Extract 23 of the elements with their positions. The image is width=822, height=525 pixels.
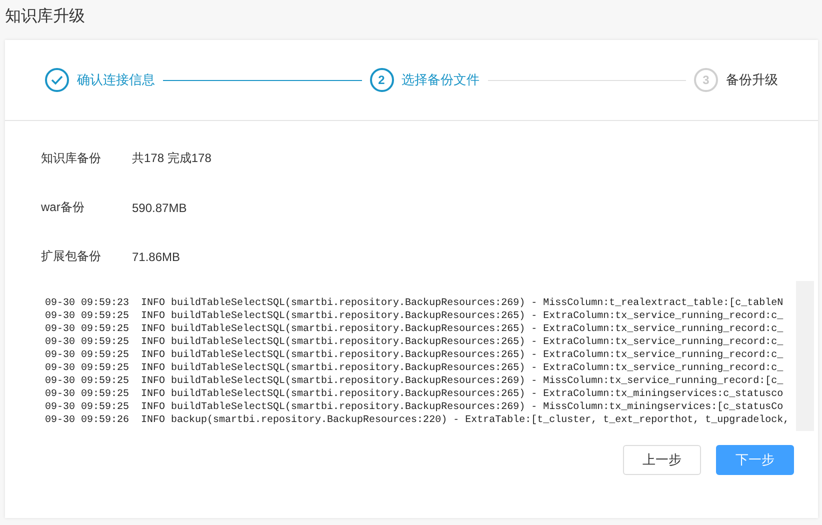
- info-label: 扩展包备份: [41, 248, 102, 265]
- info-label: 知识库备份: [41, 150, 102, 167]
- info-label: war备份: [41, 199, 86, 216]
- step-label: 确认连接信息: [77, 71, 155, 89]
- log-line: 09-30 09:59:26 INFO backup(smartbi.repository.BackupResources:220) - ExtraTable:[t_cluster, t_ext_reporthot, t_upgradelock,: [45, 414, 790, 427]
- step-label: 备份升级: [726, 71, 778, 89]
- log-line: 09-30 09:59:25 INFO buildTableSelectSQL(smartbi.repository.BackupResources:269) - MissColumn:tx_service_running_record:[c_: [45, 375, 784, 388]
- log-line: 09-30 09:59:25 INFO buildTableSelectSQL(smartbi.repository.BackupResources:265) - ExtraColumn:tx_service_running_record:c_: [45, 310, 784, 323]
- log-line: 09-30 09:59:25 INFO buildTableSelectSQL(smartbi.repository.BackupResources:265) - ExtraColumn:tx_service_running_record:c_: [45, 336, 784, 349]
- log-line: 09-30 09:59:25 INFO buildTableSelectSQL(smartbi.repository.BackupResources:265) - ExtraColumn:tx_service_running_record:c_: [45, 323, 784, 336]
- info-value: 共178 完成178: [132, 150, 212, 167]
- log-line: 09-30 09:59:25 INFO buildTableSelectSQL(smartbi.repository.BackupResources:265) - ExtraColumn:tx_service_running_record:c_: [45, 349, 784, 362]
- back-button[interactable]: 上一步: [623, 445, 701, 475]
- step-label: 选择备份文件: [402, 71, 480, 89]
- info-value: 590.87MB: [132, 200, 187, 214]
- log-line: 09-30 09:59:25 INFO buildTableSelectSQL(smartbi.repository.BackupResources:265) - ExtraColumn:tx_miningservices:c_statusco: [45, 388, 784, 401]
- step-number: 2: [370, 68, 394, 92]
- log-line: 09-30 09:59:23 INFO buildTableSelectSQL(smartbi.repository.BackupResources:269) - MissColumn:t_realextract_table:[c_tableN: [45, 297, 784, 310]
- page-title: 知识库升级: [5, 7, 86, 27]
- log-line: 09-30 09:59:25 INFO buildTableSelectSQL(smartbi.repository.BackupResources:265) - ExtraColumn:tx_service_running_record:c_: [45, 362, 784, 375]
- check-icon: [45, 68, 69, 92]
- info-value: 71.86MB: [132, 250, 180, 264]
- log-line: 09-30 09:59:25 INFO buildTableSelectSQL(smartbi.repository.BackupResources:269) - MissColumn:tx_miningservices:[c_statusCo: [45, 401, 784, 414]
